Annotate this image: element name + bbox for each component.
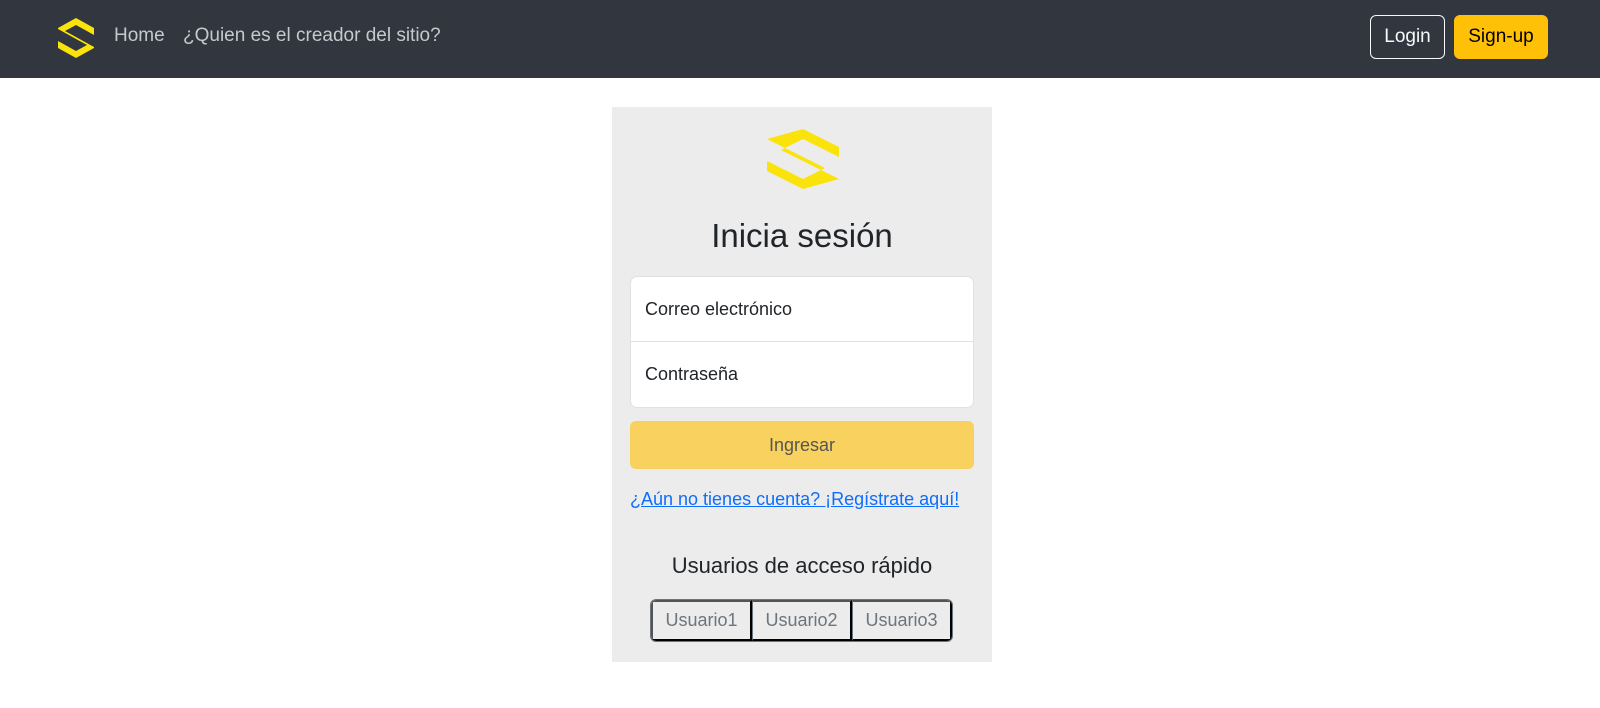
nav-home-link[interactable]: Home [114, 25, 165, 47]
nav-creator-link[interactable]: ¿Quien es el creador del sitio? [183, 25, 441, 47]
s-hexagon-logo-icon[interactable] [56, 16, 96, 60]
submit-button[interactable]: Ingresar [630, 421, 974, 469]
login-button[interactable]: Login [1370, 15, 1445, 59]
login-card: Inicia sesión Correo electrónico Contras… [612, 107, 992, 662]
quick-user-3-button[interactable]: Usuario3 [852, 600, 952, 641]
quick-users-group: Usuario1 Usuario2 Usuario3 [650, 599, 953, 642]
quick-user-1-button[interactable]: Usuario1 [651, 600, 752, 641]
navbar: Home ¿Quien es el creador del sitio? Log… [0, 0, 1600, 78]
s-hexagon-logo-icon [767, 129, 839, 189]
register-link[interactable]: ¿Aún no tienes cuenta? ¡Regístrate aquí! [630, 489, 959, 510]
login-form: Correo electrónico Contraseña [630, 276, 974, 408]
signup-button[interactable]: Sign-up [1454, 15, 1548, 59]
quick-access-title: Usuarios de acceso rápido [671, 553, 933, 578]
login-title: Inicia sesión [711, 217, 893, 254]
password-field[interactable]: Contraseña [631, 342, 973, 407]
email-field[interactable]: Correo electrónico [631, 277, 973, 342]
quick-user-2-button[interactable]: Usuario2 [752, 600, 852, 641]
